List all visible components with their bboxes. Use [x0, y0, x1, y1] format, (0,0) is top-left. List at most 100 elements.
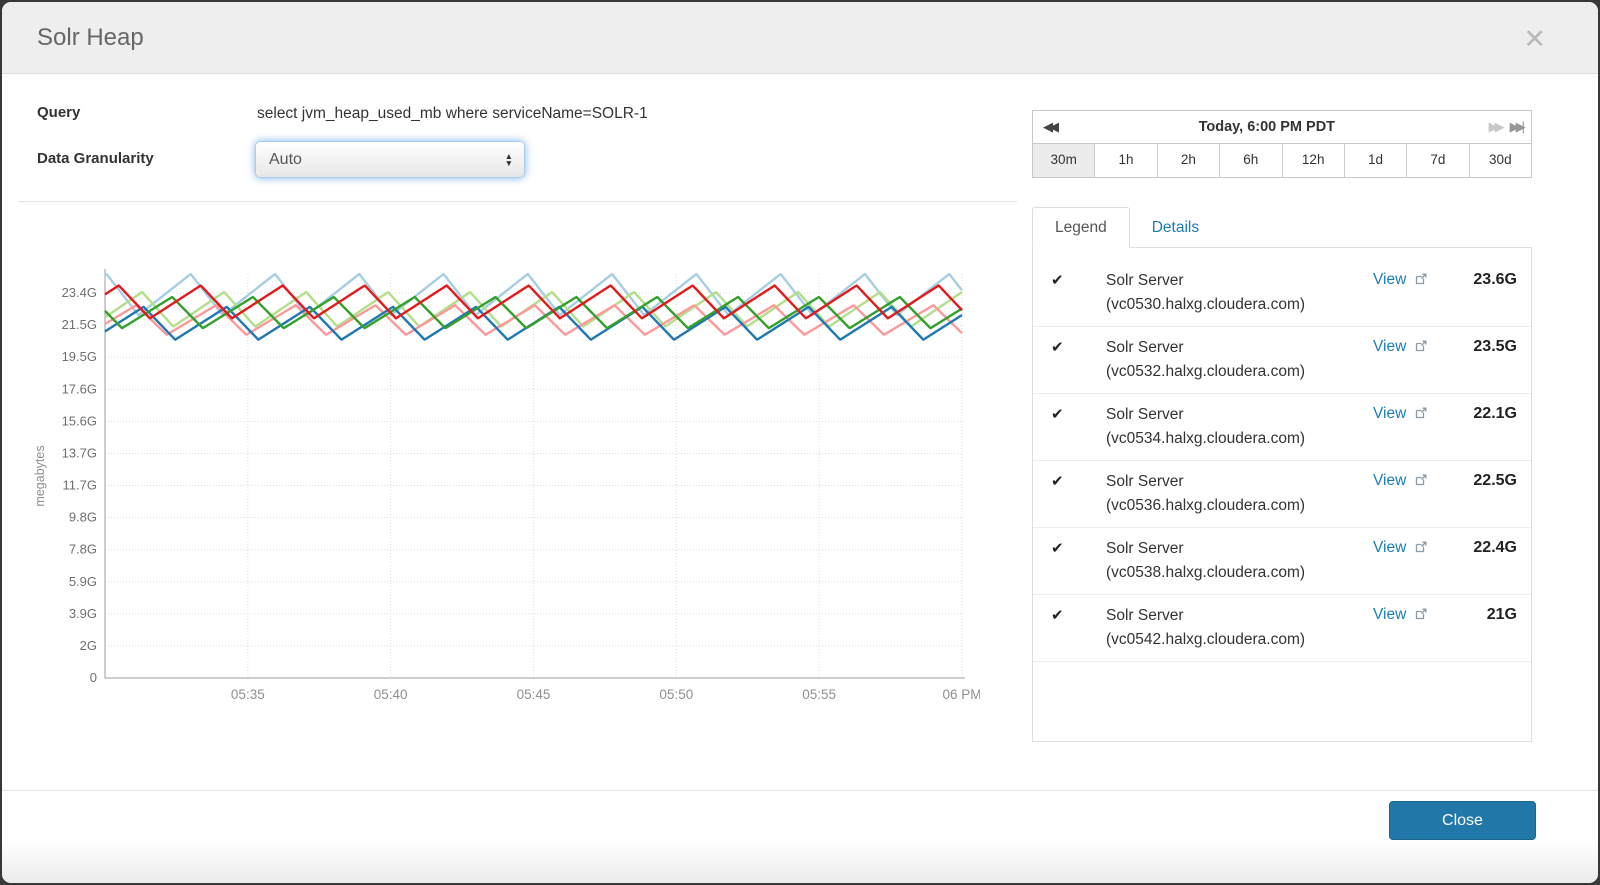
external-link-icon [1415, 340, 1427, 352]
dialog-header: Solr Heap ✕ [2, 2, 1598, 74]
series-name: Solr Server [1106, 472, 1184, 490]
time-range-label: Today, 6:00 PM PDT [1198, 119, 1336, 135]
series-swatch-col [1079, 604, 1106, 653]
series-name: Solr Server [1106, 606, 1184, 624]
legend-row: ✔ Solr Server (vc0538.halxg.cloudera.com… [1033, 528, 1531, 595]
timerange-button-6h[interactable]: 6h [1219, 144, 1281, 177]
timerange-button-30d[interactable]: 30d [1468, 144, 1531, 177]
series-check-icon[interactable]: ✔ [1051, 604, 1079, 653]
series-host: (vc0536.halxg.cloudera.com) [1106, 497, 1306, 515]
query-label: Query [37, 104, 81, 121]
svg-text:megabytes: megabytes [33, 445, 47, 506]
series-host: (vc0538.halxg.cloudera.com) [1106, 564, 1306, 582]
series-name: Solr Server [1106, 272, 1184, 289]
external-link-icon [1415, 474, 1427, 486]
query-value: select jvm_heap_used_mb where serviceNam… [257, 105, 648, 122]
series-text: Solr Server (vc0538.halxg.cloudera.com) [1106, 537, 1373, 586]
heap-usage-chart: 0 2G 3.9G 5.9G 7.8G 9.8G 11.7G 13.7G 15.6G 17.6G 1… [33, 269, 980, 702]
series-view: View [1373, 403, 1453, 452]
timerange-button-1d[interactable]: 1d [1343, 144, 1406, 177]
series-latest-value: 22.1G [1473, 404, 1517, 422]
series-swatch-col [1079, 336, 1106, 385]
view-link[interactable]: View [1373, 271, 1427, 288]
svg-text:05:45: 05:45 [517, 687, 551, 702]
solr-heap-dialog: Solr Heap ✕ Query select jvm_heap_used_m… [2, 2, 1598, 883]
granularity-label: Data Granularity [37, 150, 154, 167]
series-check-icon[interactable]: ✔ [1051, 269, 1079, 318]
view-link[interactable]: View [1373, 539, 1427, 556]
svg-text:21.5G: 21.5G [62, 317, 97, 332]
series-swatch-col [1079, 269, 1106, 318]
granularity-select[interactable]: Auto ▲ ▼ [255, 141, 525, 178]
timerange-button-2h[interactable]: 2h [1156, 144, 1219, 177]
timerange-button-7d[interactable]: 7d [1406, 144, 1468, 177]
series-view: View [1373, 470, 1453, 519]
series-text: Solr Server (vc0530.halxg.cloudera.com) [1106, 269, 1373, 318]
series-name: Solr Server [1106, 338, 1184, 356]
view-link[interactable]: View [1373, 338, 1427, 355]
footer-divider [2, 790, 1598, 791]
series-swatch-col [1079, 537, 1106, 586]
series-check-icon[interactable]: ✔ [1051, 537, 1079, 586]
legend-row: ✔ Solr Server (vc0532.halxg.cloudera.com… [1033, 327, 1531, 394]
svg-text:19.5G: 19.5G [62, 349, 97, 364]
series-host: (vc0532.halxg.cloudera.com) [1106, 363, 1306, 381]
svg-text:05:50: 05:50 [659, 687, 693, 702]
view-link[interactable]: View [1373, 472, 1427, 489]
close-button[interactable]: Close [1389, 801, 1536, 840]
legend-row: ✔ Solr Server (vc0542.halxg.cloudera.com… [1033, 595, 1531, 662]
view-link-text: View [1373, 337, 1411, 355]
series-latest-value: 21G [1486, 605, 1517, 623]
svg-text:0: 0 [90, 670, 97, 685]
select-stepper-icon: ▲ ▼ [504, 150, 513, 168]
svg-text:3.9G: 3.9G [69, 606, 97, 621]
svg-text:05:55: 05:55 [802, 687, 836, 702]
time-range-selector: ◀◀ Today, 6:00 PM PDT ▶▶ ▶▶| 30m 1h 2h 6h 12… [1032, 110, 1532, 178]
svg-text:2G: 2G [80, 638, 97, 653]
time-range-header: ◀◀ Today, 6:00 PM PDT ▶▶ ▶▶| [1033, 111, 1531, 144]
svg-text:7.8G: 7.8G [69, 542, 97, 557]
rewind-icon[interactable]: ◀◀ [1043, 119, 1059, 135]
external-link-icon [1415, 273, 1427, 285]
series-host: (vc0534.halxg.cloudera.com) [1106, 430, 1306, 448]
series-view: View [1373, 336, 1453, 385]
series-latest-value: 23.6G [1473, 271, 1517, 288]
timerange-button-30m[interactable]: 30m [1033, 144, 1095, 177]
series-latest-value: 22.4G [1473, 538, 1517, 556]
series-name: Solr Server [1106, 539, 1184, 557]
series-view: View [1373, 604, 1453, 653]
close-icon[interactable]: ✕ [1523, 26, 1546, 53]
timerange-button-12h[interactable]: 12h [1281, 144, 1344, 177]
granularity-selected-value: Auto [269, 150, 302, 168]
tab-legend[interactable]: Legend [1032, 207, 1130, 248]
tab-details[interactable]: Details [1130, 208, 1221, 247]
series-check-icon[interactable]: ✔ [1051, 470, 1079, 519]
svg-text:05:35: 05:35 [231, 687, 265, 702]
timerange-buttons: 30m 1h 2h 6h 12h 1d 7d 30d [1033, 144, 1531, 177]
timerange-button-1h[interactable]: 1h [1094, 144, 1156, 177]
view-link[interactable]: View [1373, 405, 1427, 422]
svg-text:15.6G: 15.6G [62, 413, 97, 428]
section-divider [19, 201, 1017, 202]
svg-text:06 PM: 06 PM [942, 687, 980, 702]
svg-text:23.4G: 23.4G [62, 285, 97, 300]
view-link-text: View [1373, 538, 1411, 556]
series-check-icon[interactable]: ✔ [1051, 403, 1079, 452]
series-name: Solr Server [1106, 405, 1184, 423]
svg-text:11.7G: 11.7G [63, 478, 97, 493]
view-link-text: View [1373, 471, 1411, 489]
series-host: (vc0530.halxg.cloudera.com) [1106, 296, 1306, 314]
legend-row: ✔ Solr Server (vc0534.halxg.cloudera.com… [1033, 394, 1531, 461]
series-text: Solr Server (vc0532.halxg.cloudera.com) [1106, 336, 1373, 385]
series-host: (vc0542.halxg.cloudera.com) [1106, 631, 1306, 649]
view-link[interactable]: View [1373, 606, 1427, 623]
series-text: Solr Server (vc0536.halxg.cloudera.com) [1106, 470, 1373, 519]
fast-forward-icon[interactable]: ▶▶ [1489, 119, 1505, 135]
dialog-title: Solr Heap [37, 24, 144, 51]
svg-text:05:40: 05:40 [374, 687, 408, 702]
skip-to-now-icon[interactable]: ▶▶| [1510, 119, 1526, 135]
series-text: Solr Server (vc0542.halxg.cloudera.com) [1106, 604, 1373, 653]
series-check-icon[interactable]: ✔ [1051, 336, 1079, 385]
external-link-icon [1415, 541, 1427, 553]
svg-text:5.9G: 5.9G [69, 574, 97, 589]
